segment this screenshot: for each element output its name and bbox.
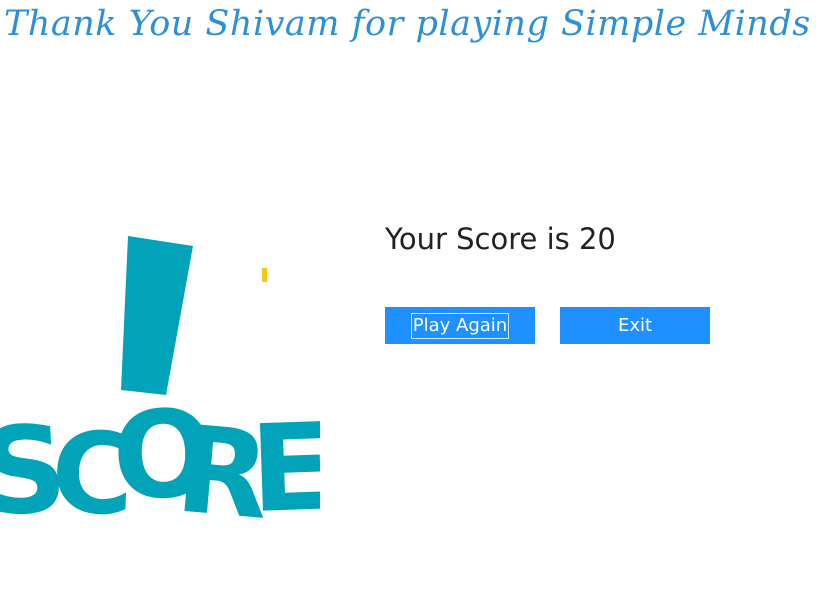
score-result-text: Your Score is 20: [385, 222, 616, 256]
thank-you-title: Thank You Shivam for playing Simple Mind…: [4, 4, 811, 44]
exit-label: Exit: [617, 315, 653, 336]
svg-text:E: E: [248, 398, 320, 525]
score-exclamation-icon: S C O R E: [0, 236, 320, 525]
exit-button[interactable]: Exit: [560, 307, 710, 344]
play-again-button[interactable]: Play Again: [385, 307, 535, 344]
play-again-label: Play Again: [410, 312, 510, 339]
